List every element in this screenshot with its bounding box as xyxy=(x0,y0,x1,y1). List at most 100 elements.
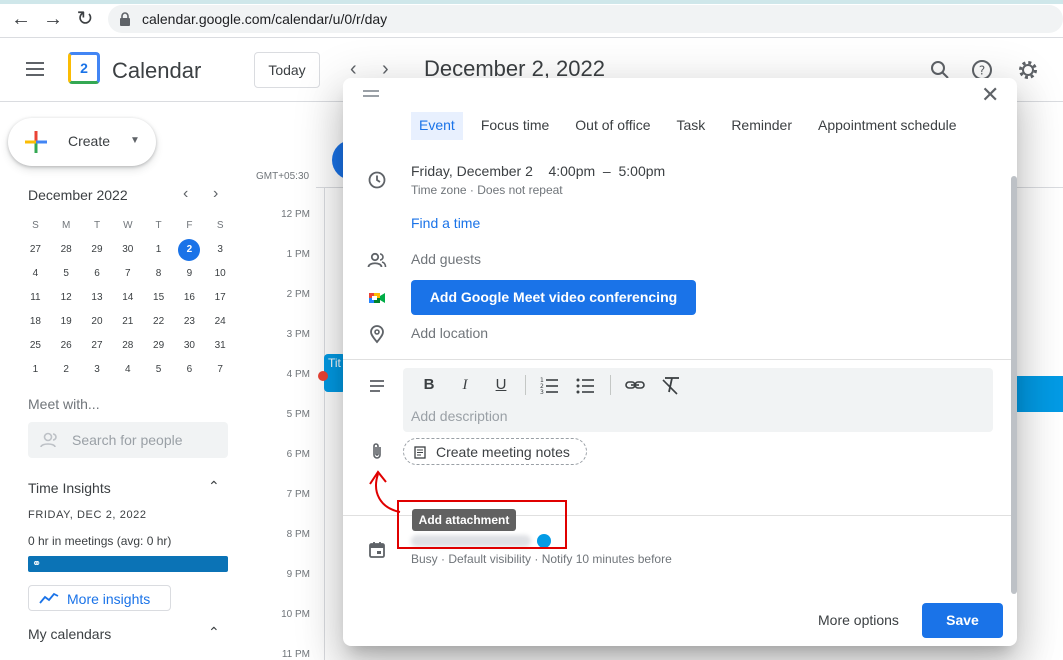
mini-day[interactable]: 12 xyxy=(51,286,82,310)
meeting-notes-label: Create meeting notes xyxy=(436,444,570,460)
mini-day[interactable]: 20 xyxy=(82,310,113,334)
mini-day[interactable]: 27 xyxy=(82,334,113,358)
mini-day[interactable]: 4 xyxy=(20,262,51,286)
mini-week-row: 25 26 27 28 29 30 31 xyxy=(20,334,236,358)
lock-icon xyxy=(120,12,130,26)
more-options-button[interactable]: More options xyxy=(818,612,899,628)
event-preview-block[interactable] xyxy=(1016,376,1063,412)
create-button[interactable]: Create ▼ xyxy=(8,118,156,166)
tab-reminder[interactable]: Reminder xyxy=(723,112,800,140)
reload-icon[interactable]: ↻ xyxy=(74,9,96,31)
mini-day[interactable]: 30 xyxy=(112,238,143,262)
tab-appointment-schedule[interactable]: Appointment schedule xyxy=(810,112,965,140)
mini-day[interactable]: 29 xyxy=(82,238,113,262)
day-grid-divider xyxy=(324,188,325,660)
mini-day[interactable]: 23 xyxy=(174,310,205,334)
dialog-scrollbar[interactable] xyxy=(1011,176,1017,594)
search-people-placeholder: Search for people xyxy=(72,432,183,448)
mini-day[interactable]: 7 xyxy=(205,358,236,382)
underline-icon[interactable]: U xyxy=(489,374,513,396)
section-divider xyxy=(343,359,1017,360)
mini-day[interactable]: 11 xyxy=(20,286,51,310)
save-button[interactable]: Save xyxy=(922,603,1003,638)
mini-day[interactable]: 21 xyxy=(112,310,143,334)
mini-day[interactable]: 25 xyxy=(20,334,51,358)
mini-week-row: 1 2 3 4 5 6 7 xyxy=(20,358,236,382)
tab-task[interactable]: Task xyxy=(669,112,714,140)
mini-next-icon[interactable]: › xyxy=(213,185,218,203)
mini-day[interactable]: 14 xyxy=(112,286,143,310)
numbered-list-icon[interactable]: 1 2 3 xyxy=(538,374,562,396)
mini-day[interactable]: 3 xyxy=(205,238,236,262)
back-icon[interactable]: ← xyxy=(10,9,32,31)
description-editor[interactable]: B I U 1 2 3 Add description xyxy=(403,368,993,432)
mini-day[interactable]: 16 xyxy=(174,286,205,310)
settings-gear-icon[interactable] xyxy=(1016,58,1040,82)
event-datetime[interactable]: Friday, December 2 4:00pm – 5:00pm xyxy=(411,163,665,179)
mini-week-row: 27 28 29 30 1 2 3 xyxy=(20,238,236,262)
mini-day[interactable]: 31 xyxy=(205,334,236,358)
mini-day[interactable]: 6 xyxy=(174,358,205,382)
mini-day[interactable]: 5 xyxy=(143,358,174,382)
address-bar[interactable]: calendar.google.com/calendar/u/0/r/day xyxy=(108,5,1063,33)
weekday-label: M xyxy=(62,220,71,231)
italic-icon[interactable]: I xyxy=(453,374,477,396)
mini-day[interactable]: 26 xyxy=(51,334,82,358)
mini-day[interactable]: 10 xyxy=(205,262,236,286)
mini-prev-icon[interactable]: ‹ xyxy=(183,185,188,203)
hour-label: 10 PM xyxy=(281,609,310,620)
add-location-input[interactable]: Add location xyxy=(411,325,488,341)
my-calendars-collapse-icon[interactable]: ⌃ xyxy=(208,624,220,641)
create-caret-icon: ▼ xyxy=(130,135,140,146)
tab-focus-time[interactable]: Focus time xyxy=(473,112,557,140)
clear-formatting-icon[interactable] xyxy=(659,374,683,396)
add-meet-button[interactable]: Add Google Meet video conferencing xyxy=(411,280,696,315)
today-button[interactable]: Today xyxy=(254,52,320,88)
mini-day[interactable]: 24 xyxy=(205,310,236,334)
mini-day[interactable]: 15 xyxy=(143,286,174,310)
event-recurrence[interactable]: Time zone · Does not repeat xyxy=(411,183,563,197)
mini-day[interactable]: 4 xyxy=(112,358,143,382)
mini-day[interactable]: 3 xyxy=(82,358,113,382)
drag-handle-icon[interactable] xyxy=(363,90,379,98)
mini-day-selected[interactable]: 2 xyxy=(174,238,205,262)
mini-day[interactable]: 1 xyxy=(20,358,51,382)
insert-link-icon[interactable] xyxy=(623,374,647,396)
calendar-details[interactable]: Busy · Default visibility · Notify 10 mi… xyxy=(411,552,672,566)
create-label: Create xyxy=(68,133,111,149)
more-insights-label: More insights xyxy=(67,591,151,607)
add-guests-input[interactable]: Add guests xyxy=(411,251,481,267)
time-insights-collapse-icon[interactable]: ⌃ xyxy=(208,478,220,495)
search-people-input[interactable]: Search for people xyxy=(28,422,228,458)
mini-day[interactable]: 1 xyxy=(143,238,174,262)
mini-calendar-grid: S M T W T F S 27 28 29 30 1 2 3 4 5 6 7 … xyxy=(20,214,236,382)
main-menu-icon[interactable] xyxy=(26,62,44,76)
mini-day[interactable]: 28 xyxy=(51,238,82,262)
tab-event[interactable]: Event xyxy=(411,112,463,140)
forward-icon[interactable]: → xyxy=(42,9,64,31)
bold-icon[interactable]: B xyxy=(417,374,441,396)
mini-day[interactable]: 19 xyxy=(51,310,82,334)
mini-day[interactable]: 8 xyxy=(143,262,174,286)
create-meeting-notes-button[interactable]: Create meeting notes xyxy=(403,438,587,465)
mini-day[interactable]: 7 xyxy=(112,262,143,286)
more-insights-button[interactable]: More insights xyxy=(28,585,171,611)
mini-day[interactable]: 6 xyxy=(82,262,113,286)
tab-out-of-office[interactable]: Out of office xyxy=(567,112,658,140)
bulleted-list-icon[interactable] xyxy=(574,374,598,396)
mini-day[interactable]: 13 xyxy=(82,286,113,310)
mini-day[interactable]: 5 xyxy=(51,262,82,286)
timezone-label: GMT+05:30 xyxy=(256,171,310,182)
mini-day[interactable]: 18 xyxy=(20,310,51,334)
mini-day[interactable]: 27 xyxy=(20,238,51,262)
mini-day[interactable]: 9 xyxy=(174,262,205,286)
mini-day[interactable]: 29 xyxy=(143,334,174,358)
mini-day[interactable]: 30 xyxy=(174,334,205,358)
mini-day[interactable]: 28 xyxy=(112,334,143,358)
mini-week-row: 18 19 20 21 22 23 24 xyxy=(20,310,236,334)
close-icon[interactable]: ✕ xyxy=(981,82,999,108)
find-a-time-link[interactable]: Find a time xyxy=(411,215,480,231)
mini-day[interactable]: 2 xyxy=(51,358,82,382)
mini-day[interactable]: 17 xyxy=(205,286,236,310)
mini-day[interactable]: 22 xyxy=(143,310,174,334)
